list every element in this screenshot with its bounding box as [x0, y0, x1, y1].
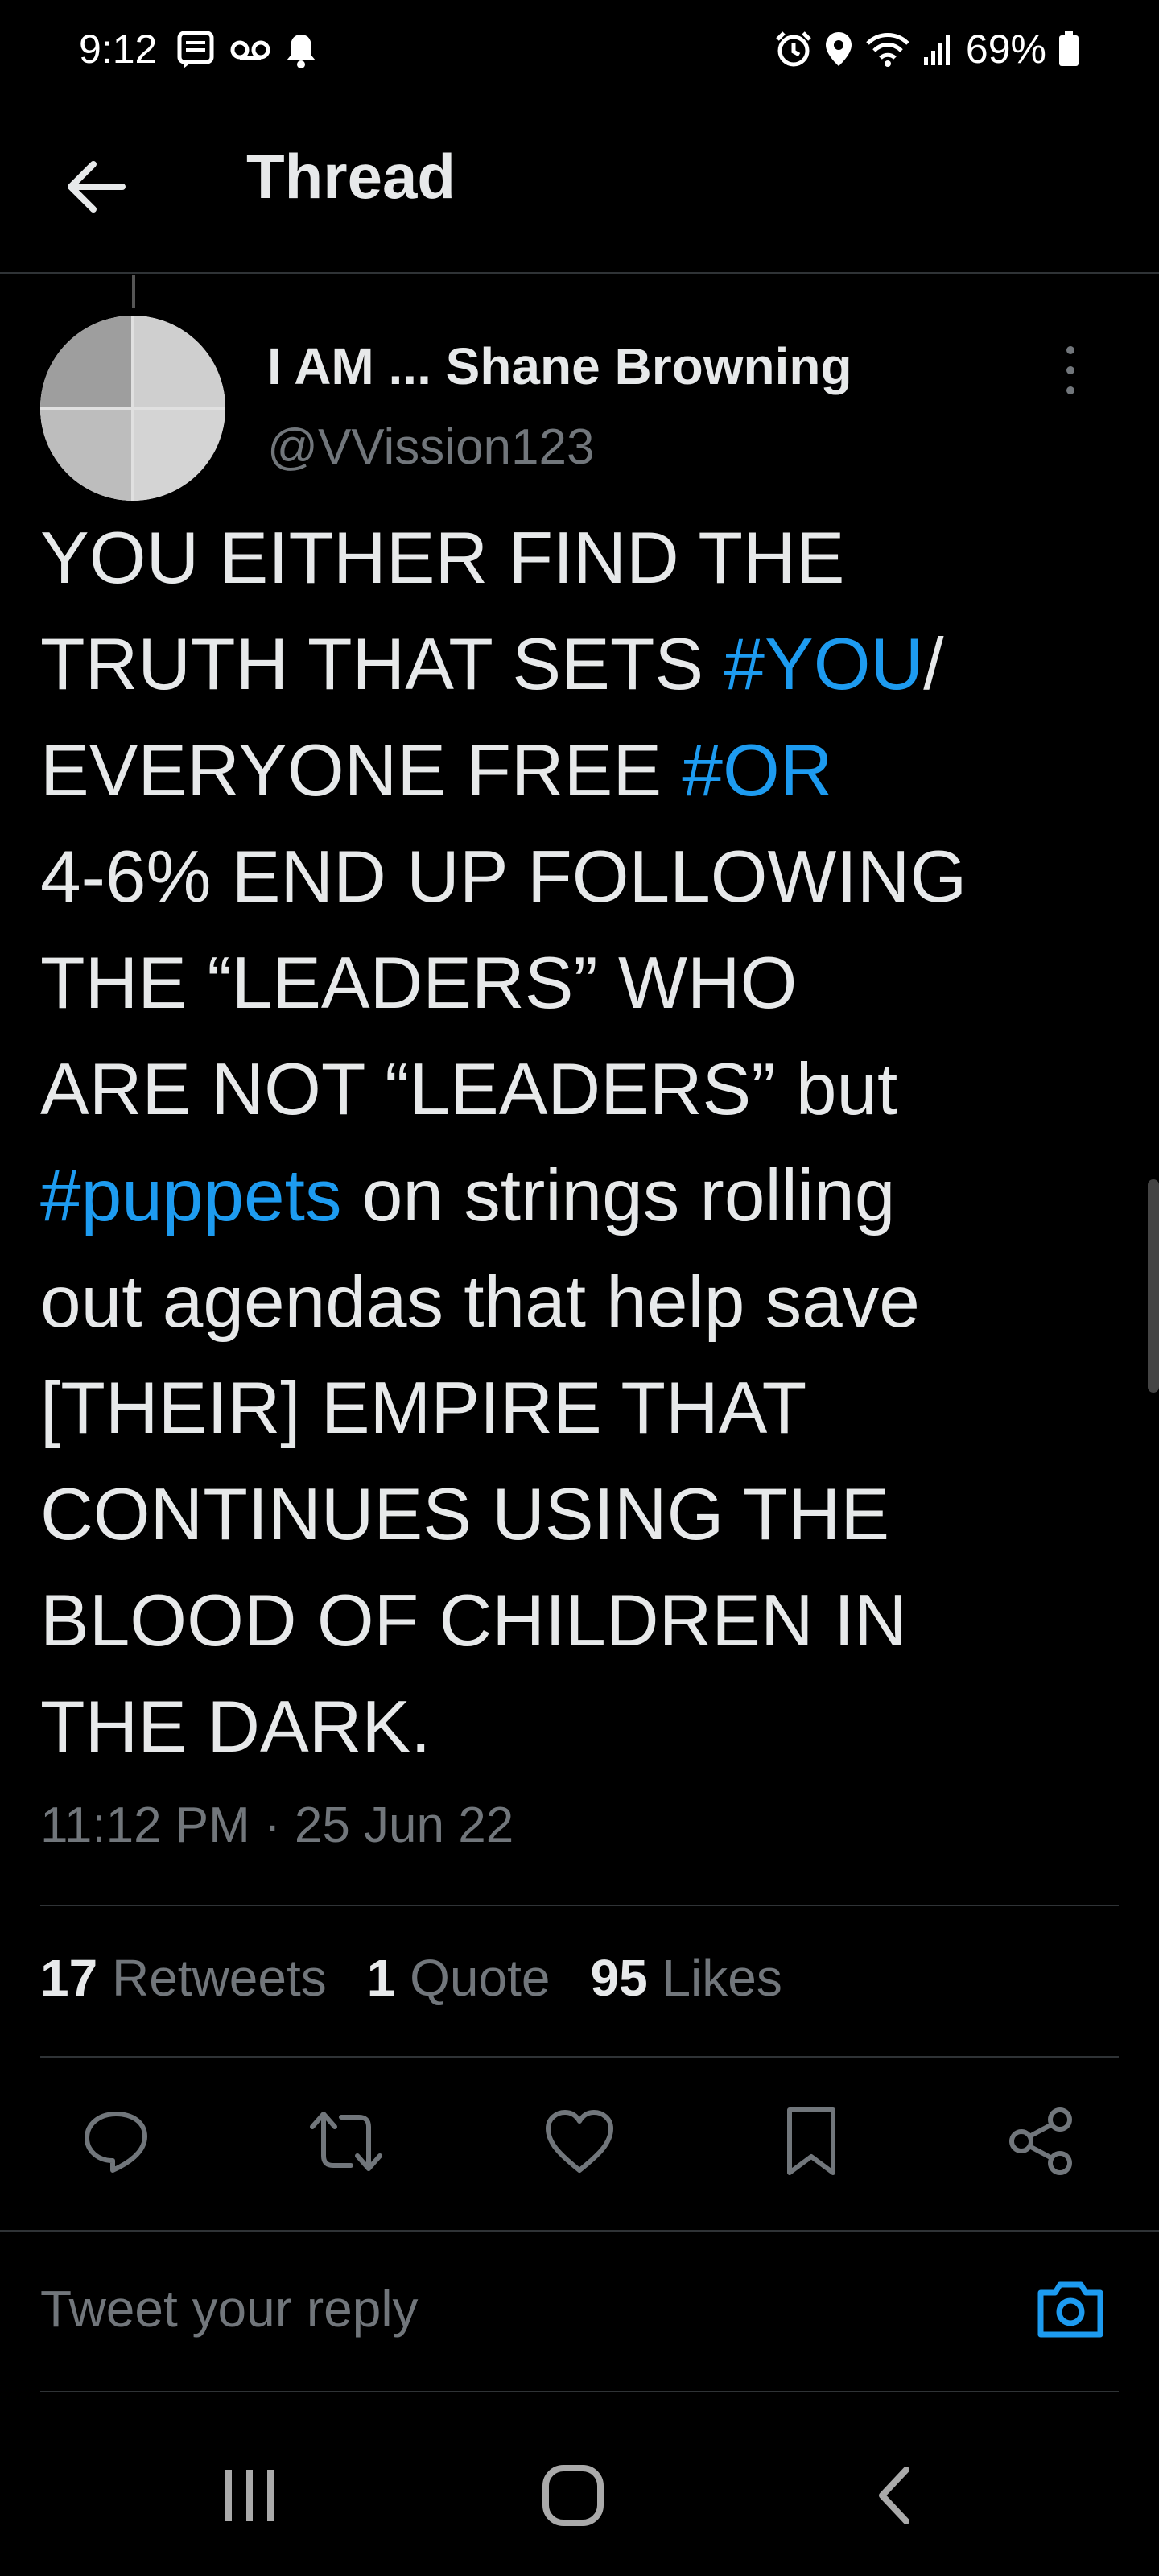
- system-nav-bar: [0, 2415, 1159, 2576]
- tweet-text-segment: /: [923, 624, 944, 705]
- voicemail-icon: [230, 38, 270, 62]
- status-right-icons: 69%: [774, 26, 1080, 72]
- message-icon: [177, 31, 216, 69]
- tweet-text-segment: [THEIR] EMPIRE THAT: [40, 1368, 807, 1449]
- camera-icon: [1037, 2281, 1103, 2338]
- hashtag-link[interactable]: #puppets: [40, 1155, 341, 1236]
- quotes-count: 1: [366, 1949, 396, 2007]
- more-dot: [1066, 386, 1074, 394]
- retweets-count: 17: [40, 1949, 98, 2007]
- tweet-text-line: THE “LEADERS” WHO: [40, 931, 1119, 1037]
- tweet-text-segment: TRUTH THAT SETS: [40, 624, 724, 705]
- tweet-text-line: YOU EITHER FIND THE: [40, 506, 1119, 612]
- tweet-text-segment: 4-6% END UP FOLLOWING: [40, 836, 967, 918]
- tweet-text-line: #puppets on strings rolling: [40, 1143, 1119, 1249]
- hashtag-link[interactable]: #YOU: [724, 624, 923, 705]
- tweet-text-segment: EVERYONE FREE: [40, 730, 683, 811]
- reply-divider: [40, 2391, 1119, 2392]
- recent-apps-icon: [225, 2470, 274, 2521]
- reply-icon: [85, 2112, 147, 2173]
- likes-count: 95: [590, 1949, 648, 2007]
- hashtag-link[interactable]: #OR: [682, 730, 832, 811]
- bookmark-icon: [787, 2107, 835, 2175]
- tweet-text-line: TRUTH THAT SETS #YOU/: [40, 612, 1119, 718]
- tweet-timestamp[interactable]: 11:12 PM · 25 Jun 22: [40, 1797, 514, 1854]
- tweet-text-segment: YOU EITHER FIND THE: [40, 518, 845, 599]
- arrow-left-icon: [68, 161, 126, 213]
- avatar[interactable]: [40, 316, 225, 501]
- tweet-text-line: ARE NOT “LEADERS” but: [40, 1037, 1119, 1143]
- notification-bell-icon: [285, 31, 317, 68]
- reply-button[interactable]: [76, 2101, 156, 2182]
- alarm-icon: [774, 30, 813, 68]
- thread-header: Thread: [0, 105, 1159, 274]
- scrollbar[interactable]: [1148, 1179, 1159, 1393]
- page-title: Thread: [246, 141, 456, 212]
- tweet-text-line: THE DARK.: [40, 1674, 1119, 1781]
- tweet-text-line: EVERYONE FREE #OR: [40, 718, 1119, 824]
- status-left-icons: [177, 31, 317, 69]
- likes-stat[interactable]: 95 Likes: [590, 1948, 782, 2008]
- home-button[interactable]: [525, 2447, 621, 2544]
- battery-icon: [1058, 31, 1080, 68]
- location-icon: [824, 31, 853, 68]
- like-icon: [546, 2110, 613, 2173]
- tweet-text-segment: on strings rolling: [341, 1155, 896, 1236]
- quotes-stat[interactable]: 1 Quote: [367, 1948, 551, 2008]
- back-button[interactable]: [56, 147, 137, 227]
- tweet-text-segment: out agendas that help save: [40, 1261, 920, 1343]
- more-dot: [1066, 346, 1074, 354]
- tweet-text-line: 4-6% END UP FOLLOWING: [40, 824, 1119, 931]
- divider: [40, 1905, 1119, 1906]
- camera-button[interactable]: [1026, 2264, 1115, 2353]
- author-handle[interactable]: @VVission123: [267, 419, 594, 476]
- tweet-text-line: out agendas that help save: [40, 1249, 1119, 1356]
- reply-bar: [0, 2230, 1159, 2391]
- more-dot: [1066, 366, 1074, 374]
- divider: [40, 2056, 1119, 2058]
- tweet-text-segment: ARE NOT “LEADERS” but: [40, 1049, 898, 1130]
- likes-label: Likes: [662, 1949, 782, 2007]
- share-button[interactable]: [1001, 2101, 1082, 2182]
- retweets-label: Retweets: [111, 1949, 327, 2007]
- share-icon: [1009, 2107, 1072, 2175]
- tweet-text-line: [THEIR] EMPIRE THAT: [40, 1356, 1119, 1462]
- wifi-icon: [864, 31, 911, 68]
- home-icon: [542, 2465, 604, 2526]
- thread-connector-line: [132, 275, 135, 308]
- like-button[interactable]: [539, 2101, 620, 2182]
- tweet-actions: [0, 2093, 1159, 2190]
- tweet-stats: 17 Retweets 1 Quote 95 Likes: [40, 1948, 782, 2008]
- retweets-stat[interactable]: 17 Retweets: [40, 1948, 327, 2008]
- reply-input[interactable]: [40, 2264, 966, 2353]
- quotes-label: Quote: [410, 1949, 551, 2007]
- back-icon: [879, 2467, 909, 2524]
- tweet-text-line: BLOOD OF CHILDREN IN: [40, 1568, 1119, 1674]
- status-time: 9:12: [79, 27, 158, 72]
- tweet-text-segment: CONTINUES USING THE: [40, 1474, 890, 1555]
- status-bar: 9:12 69%: [0, 0, 1159, 105]
- retweet-button[interactable]: [306, 2101, 386, 2182]
- author-name[interactable]: I AM ... Shane Browning: [267, 336, 852, 396]
- recent-apps-button[interactable]: [201, 2447, 298, 2544]
- tweet-text-segment: THE “LEADERS” WHO: [40, 943, 798, 1024]
- retweet-icon: [310, 2112, 382, 2171]
- battery-percent: 69%: [965, 27, 1046, 72]
- nav-back-button[interactable]: [848, 2447, 945, 2544]
- signal-icon: [922, 31, 955, 67]
- tweet-text-line: CONTINUES USING THE: [40, 1462, 1119, 1568]
- tweet-text: YOU EITHER FIND THE TRUTH THAT SETS #YOU/…: [40, 506, 1119, 1781]
- tweet-text-segment: BLOOD OF CHILDREN IN: [40, 1580, 907, 1662]
- tweet-text-segment: THE DARK.: [40, 1686, 431, 1768]
- more-options-button[interactable]: [1046, 338, 1095, 402]
- bookmark-button[interactable]: [771, 2101, 852, 2182]
